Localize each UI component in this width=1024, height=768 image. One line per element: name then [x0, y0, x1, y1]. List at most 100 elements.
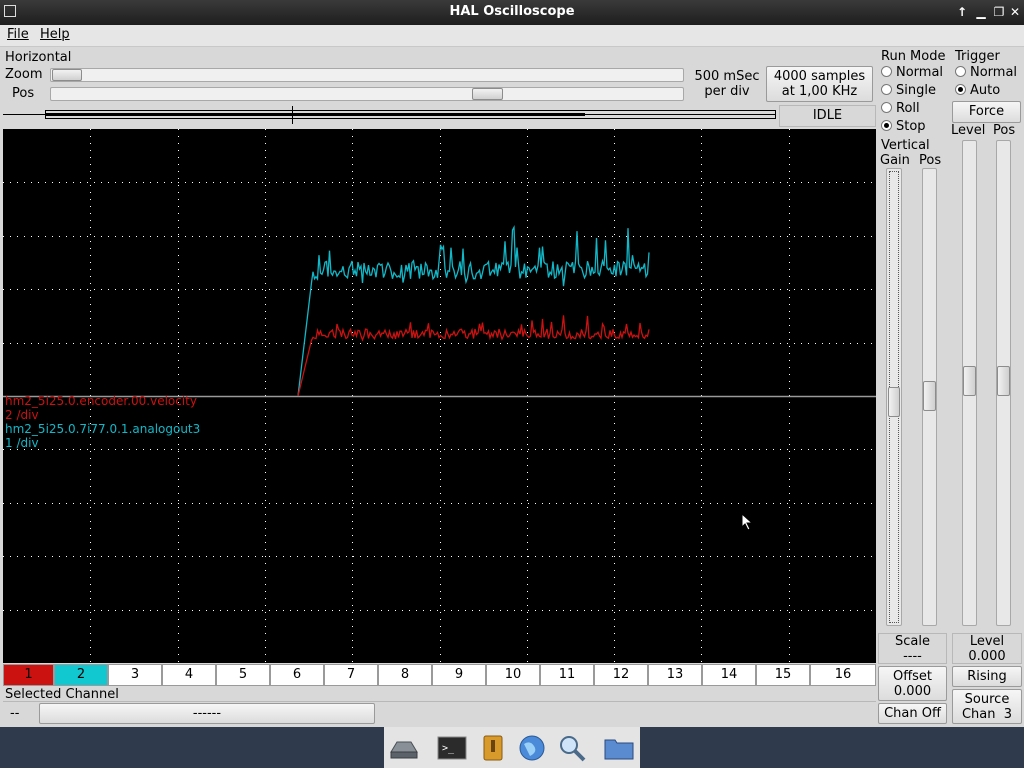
vertical-pos-handle[interactable] — [923, 381, 936, 411]
channel-button-8[interactable]: 8 — [378, 664, 432, 686]
trigger-label: Trigger — [955, 49, 1000, 64]
record-position-bar[interactable] — [3, 106, 776, 124]
timebase-unit: per div — [704, 84, 750, 99]
channel-button-10[interactable]: 10 — [486, 664, 540, 686]
channel-button-3[interactable]: 3 — [108, 664, 162, 686]
run-mode-single-label: Single — [896, 83, 936, 98]
channel-button-11[interactable]: 11 — [540, 664, 594, 686]
trigger-auto[interactable]: Auto — [955, 83, 1000, 98]
trigger-level-display: Level 0.000 — [952, 633, 1022, 664]
trigger-force-button[interactable]: Force — [952, 101, 1021, 123]
trigger-normal-radio[interactable] — [955, 66, 966, 77]
zoom-slider-handle[interactable] — [52, 69, 82, 81]
vertical-scale-label: Scale — [895, 634, 930, 649]
folder-icon[interactable] — [603, 734, 635, 762]
run-mode-roll[interactable]: Roll — [881, 101, 920, 116]
chan-off-button[interactable]: Chan Off — [878, 703, 947, 724]
trigger-level-slider[interactable] — [962, 140, 977, 626]
mouse-cursor-icon — [741, 513, 754, 531]
run-mode-normal[interactable]: Normal — [881, 65, 943, 80]
pos-label: Pos — [12, 86, 35, 101]
channel-button-13[interactable]: 13 — [648, 664, 702, 686]
trigger-pos-slider[interactable] — [996, 140, 1011, 626]
trigger-auto-label: Auto — [970, 83, 1001, 98]
zoom-label: Zoom — [5, 67, 43, 82]
vertical-gain-handle[interactable] — [888, 387, 900, 417]
trace2-scale: 1 /div — [5, 436, 39, 450]
run-mode-stop-label: Stop — [896, 119, 926, 134]
trace1-scale: 2 /div — [5, 408, 39, 422]
run-mode-single[interactable]: Single — [881, 83, 936, 98]
svg-text:>_: >_ — [442, 743, 455, 754]
channel-button-14[interactable]: 14 — [702, 664, 756, 686]
run-mode-roll-radio[interactable] — [881, 102, 892, 113]
close-icon[interactable]: ✕ — [1006, 3, 1024, 21]
trigger-pos-handle[interactable] — [997, 366, 1010, 396]
record-cursor — [292, 106, 293, 124]
shade-icon[interactable]: ↑ — [953, 3, 971, 21]
browser-icon[interactable] — [516, 734, 548, 762]
vertical-label: Vertical — [881, 138, 930, 153]
selected-channel-label: Selected Channel — [5, 687, 119, 702]
vertical-gain-slider[interactable] — [886, 168, 902, 626]
trace2-name: hm2_5i25.0.7i77.0.1.analogout3 — [5, 422, 201, 436]
channel-button-9[interactable]: 9 — [432, 664, 486, 686]
trigger-level-label: Level — [951, 123, 986, 138]
run-mode-stop-radio[interactable] — [881, 120, 892, 131]
terminal-icon[interactable]: >_ — [436, 734, 468, 762]
trigger-source-label: Source — [964, 692, 1010, 707]
trigger-level-handle[interactable] — [963, 366, 976, 396]
channel-button-2[interactable]: 2 — [54, 664, 108, 686]
samples-count: 4000 samples — [773, 69, 866, 84]
record-window-inner — [45, 113, 585, 116]
channel-button-4[interactable]: 4 — [162, 664, 216, 686]
channel-button-1[interactable]: 1 — [3, 664, 54, 686]
timebase-value: 500 mSec — [694, 69, 760, 84]
pos-slider-handle[interactable] — [472, 88, 503, 100]
vertical-scale-display: Scale ---- — [878, 633, 947, 664]
trigger-auto-radio[interactable] — [955, 84, 966, 95]
scope-display[interactable]: hm2_5i25.0.encoder.00.velocity 2 /div hm… — [3, 129, 876, 663]
vertical-offset-label: Offset — [892, 669, 933, 684]
menu-help[interactable]: Help — [40, 27, 70, 42]
vertical-scale-value: ---- — [903, 649, 922, 664]
trigger-source-value: Chan 3 — [961, 707, 1013, 722]
channel-button-7[interactable]: 7 — [324, 664, 378, 686]
dock — [384, 727, 640, 768]
vertical-pos-slider[interactable] — [922, 168, 937, 626]
vertical-offset-value: 0.000 — [893, 684, 932, 699]
run-mode-roll-label: Roll — [896, 101, 920, 116]
trace1-name: hm2_5i25.0.encoder.00.velocity — [5, 394, 197, 408]
drive-icon[interactable] — [387, 734, 419, 762]
trace2-line — [297, 225, 650, 397]
selected-channel-number: -- — [10, 706, 20, 721]
selected-channel-name-button[interactable]: ------ — [39, 703, 375, 724]
pos-slider[interactable] — [50, 87, 684, 101]
minimize-icon[interactable]: ▁ — [972, 3, 990, 21]
status-display: IDLE — [779, 105, 876, 127]
vertical-offset-button[interactable]: Offset 0.000 — [878, 666, 947, 701]
trigger-source-button[interactable]: Source Chan 3 — [952, 689, 1022, 724]
trigger-level-value: 0.000 — [968, 649, 1006, 664]
run-mode-normal-label: Normal — [896, 65, 944, 80]
samples-button[interactable]: 4000 samples at 1,00 KHz — [766, 66, 873, 102]
archive-icon[interactable] — [477, 734, 509, 762]
trigger-normal-label: Normal — [970, 65, 1018, 80]
samples-rate: at 1,00 KHz — [781, 84, 858, 99]
menu-file[interactable]: File — [7, 27, 29, 42]
trigger-level-caption: Level — [969, 634, 1005, 649]
trigger-pos-label: Pos — [993, 123, 1016, 138]
run-mode-stop[interactable]: Stop — [881, 119, 926, 134]
channel-button-5[interactable]: 5 — [216, 664, 270, 686]
zoom-slider[interactable] — [50, 68, 684, 82]
channel-button-16[interactable]: 16 — [810, 664, 876, 686]
run-mode-normal-radio[interactable] — [881, 66, 892, 77]
trigger-edge-button[interactable]: Rising — [952, 666, 1022, 687]
run-mode-single-radio[interactable] — [881, 84, 892, 95]
trigger-normal[interactable]: Normal — [955, 65, 1017, 80]
search-icon[interactable] — [556, 734, 588, 762]
timebase-display: 500 mSec per div — [688, 69, 766, 99]
channel-button-15[interactable]: 15 — [756, 664, 810, 686]
channel-button-6[interactable]: 6 — [270, 664, 324, 686]
channel-button-12[interactable]: 12 — [594, 664, 648, 686]
